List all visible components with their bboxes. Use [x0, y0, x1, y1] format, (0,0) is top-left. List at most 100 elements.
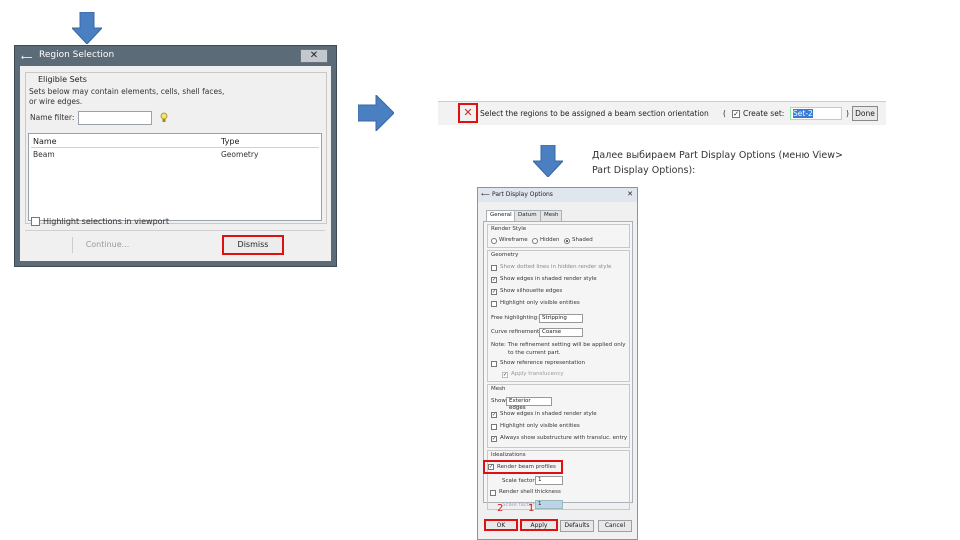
cell-name: Beam — [33, 150, 55, 159]
radio-shaded[interactable] — [564, 238, 570, 244]
check-label: Show reference representation — [500, 360, 585, 366]
highlight-checkbox[interactable] — [31, 217, 40, 226]
curve-refinement-label: Curve refinement: — [491, 329, 542, 335]
group-label: Render Style — [491, 226, 527, 232]
instruction-line: Далее выбираем Part Display Options (мен… — [592, 150, 843, 161]
free-highlight-combo[interactable]: Stripping — [539, 314, 583, 323]
check-label: Highlight only visible entities — [500, 300, 580, 306]
dotted-lines-checkbox[interactable] — [491, 265, 497, 271]
tab-datum[interactable]: Datum — [514, 210, 541, 221]
highlight-label: Highlight selections in viewport — [43, 217, 169, 226]
group-label: Idealizations — [491, 452, 526, 458]
check-label: Render beam profiles — [497, 464, 556, 470]
curve-refinement-combo[interactable]: Coarse — [539, 328, 583, 337]
apply-button[interactable]: Apply — [520, 519, 558, 531]
render-beam-highlight[interactable]: ✓ Render beam profiles — [483, 460, 563, 474]
help-text: or wire edges. — [29, 97, 83, 106]
scale-factor-input-disabled[interactable]: 1 — [535, 500, 563, 509]
prompt-text: Select the regions to be assigned a beam… — [480, 109, 709, 118]
dismiss-button[interactable]: Dismiss — [222, 235, 284, 255]
instruction-text: Далее выбираем Part Display Options (мен… — [592, 148, 843, 178]
window-arrow-icon: ⟵ — [21, 53, 33, 62]
down-arrow-icon — [533, 145, 563, 177]
radio-hidden[interactable] — [532, 238, 538, 244]
radio-label: Wireframe — [499, 237, 528, 243]
mesh-show-combo[interactable]: Exterior edges — [506, 397, 552, 411]
divider — [25, 230, 325, 231]
part-display-options-dialog: ⟵ Part Display Options ✕ General Datum M… — [477, 187, 638, 540]
free-highlight-label: Free highlighting: — [491, 315, 539, 321]
mesh-visible-checkbox[interactable] — [491, 424, 497, 430]
lightbulb-icon[interactable] — [160, 112, 168, 124]
render-style-group: Render Style Wireframe Hidden Shaded — [487, 224, 630, 248]
sets-table: Name Type Beam Geometry — [28, 133, 322, 221]
show-label: Show: — [491, 398, 508, 404]
dialog-title: Region Selection — [39, 50, 115, 60]
mesh-group: Mesh Show: Exterior edges ✓ Show edges i… — [487, 384, 630, 448]
check-label: Show edges in shaded render style — [500, 276, 597, 282]
cancel-button[interactable]: Cancel — [598, 520, 632, 532]
column-header-name: Name — [33, 137, 57, 146]
close-button[interactable]: ✕ — [300, 49, 328, 63]
note-text: to the current part. — [508, 350, 561, 356]
table-row[interactable]: Beam Geometry — [31, 149, 319, 160]
check-label: Always show substructure with transluc. … — [500, 435, 628, 441]
close-button[interactable]: ✕ — [627, 190, 633, 198]
region-selection-dialog: ⟵ Region Selection ✕ Eligible Sets Sets … — [14, 45, 337, 267]
help-text: Sets below may contain elements, cells, … — [29, 87, 225, 96]
defaults-button[interactable]: Defaults — [560, 520, 594, 532]
create-set-input[interactable]: Set-2 — [790, 107, 842, 120]
show-reference-checkbox[interactable] — [491, 361, 497, 367]
cancel-procedure-button[interactable]: ✕ — [458, 103, 478, 123]
mesh-edges-checkbox[interactable]: ✓ — [491, 412, 497, 418]
cell-type: Geometry — [221, 150, 259, 159]
translucency-checkbox[interactable]: ✓ — [502, 372, 508, 378]
tab-mesh[interactable]: Mesh — [540, 210, 563, 221]
highlight-visible-checkbox[interactable] — [491, 301, 497, 307]
dialog-body: Eligible Sets Sets below may contain ele… — [20, 66, 331, 261]
cancel-icon: ✕ — [463, 106, 473, 119]
check-label: Show edges in shaded render style — [500, 411, 597, 417]
check-label: Apply translucency — [511, 371, 564, 377]
check-label: Render shell thickness — [499, 489, 561, 495]
name-filter-label: Name filter: — [30, 113, 75, 122]
down-arrow-icon — [72, 12, 102, 44]
render-beam-checkbox[interactable]: ✓ — [488, 464, 494, 470]
radio-wireframe[interactable] — [491, 238, 497, 244]
step-marker: 1 — [528, 503, 535, 514]
ok-button[interactable]: OK — [484, 519, 518, 531]
create-set-label: Create set: — [743, 109, 785, 118]
name-filter-input[interactable] — [78, 111, 152, 125]
done-button[interactable]: Done — [852, 106, 878, 121]
column-header-type: Type — [221, 137, 240, 146]
prompt-toolbar: ✕ Select the regions to be assigned a be… — [438, 101, 886, 125]
step-marker: 2 — [497, 503, 504, 514]
check-label: Show silhouette edges — [500, 288, 563, 294]
geometry-group: Geometry Show dotted lines in hidden ren… — [487, 250, 630, 382]
render-shell-checkbox[interactable] — [490, 490, 496, 496]
instruction-line: Part Display Options): — [592, 165, 696, 176]
check-label: Highlight only visible entities — [500, 423, 580, 429]
substructure-checkbox[interactable]: ✓ — [491, 436, 497, 442]
eligible-sets-group: Eligible Sets Sets below may contain ele… — [25, 72, 327, 224]
paren-close: ) — [846, 109, 849, 118]
dialog-titlebar: ⟵ Part Display Options ✕ — [478, 188, 637, 202]
dialog-titlebar: ⟵ Region Selection — [15, 46, 336, 66]
note-text: Note: The refinement setting will be app… — [491, 342, 626, 348]
dialog-title: Part Display Options — [492, 191, 553, 198]
group-label: Geometry — [491, 252, 519, 258]
group-label: Eligible Sets — [36, 75, 89, 84]
check-label: Show dotted lines in hidden render style — [500, 264, 612, 270]
continue-button[interactable]: Continue... — [72, 237, 142, 253]
table-header: Name Type — [31, 136, 319, 148]
scale-factor-label: Scale factor: — [502, 478, 537, 484]
window-arrow-icon: ⟵ — [481, 191, 490, 198]
tab-general[interactable]: General — [486, 210, 516, 221]
group-label: Mesh — [491, 386, 506, 392]
shaded-edges-checkbox[interactable]: ✓ — [491, 277, 497, 283]
right-arrow-icon — [358, 95, 394, 131]
create-set-checkbox[interactable]: ✓ — [732, 110, 740, 118]
silhouette-checkbox[interactable]: ✓ — [491, 289, 497, 295]
scale-factor-input[interactable]: 1 — [535, 476, 563, 485]
radio-label: Shaded — [572, 237, 593, 243]
